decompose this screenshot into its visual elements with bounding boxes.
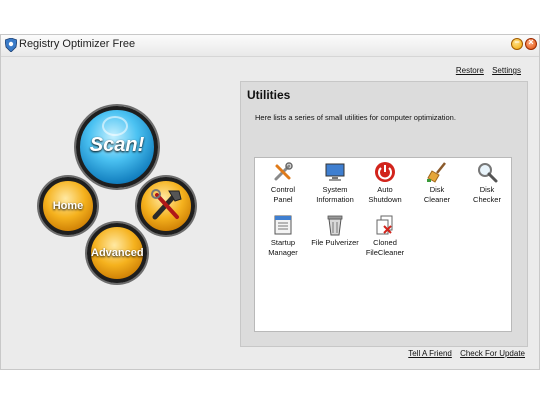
power-icon — [375, 162, 395, 182]
window-title: Registry Optimizer Free — [19, 38, 136, 50]
utility-label: System Information — [316, 185, 354, 204]
utilities-panel: Utilities Here lists a series of small u… — [240, 81, 528, 347]
panel-title: Utilities — [247, 88, 291, 102]
utility-label: Auto Shutdown — [368, 185, 402, 204]
utility-label: Disk Checker — [473, 185, 501, 204]
control-panel-icon — [274, 162, 293, 181]
app-shield-icon — [5, 38, 17, 52]
utility-label: Control Panel — [270, 185, 296, 204]
panel-description: Here lists a series of small utilities f… — [255, 113, 456, 122]
broom-icon — [427, 162, 446, 183]
scan-button[interactable]: Scan! — [76, 106, 158, 188]
utilities-grid: Control Panel System Information Auto Sh… — [254, 157, 512, 332]
bottom-links: Tell A Friend Check For Update — [402, 349, 525, 358]
utility-label: Disk Cleaner — [423, 185, 451, 204]
hammer-wrench-icon — [151, 189, 182, 220]
shredder-icon — [327, 215, 343, 236]
app-window: Registry Optimizer Free − × Restore Sett… — [0, 34, 540, 370]
utility-control-panel[interactable]: Control Panel — [257, 161, 309, 204]
tools-button[interactable] — [137, 177, 195, 235]
top-links: Restore Settings — [450, 66, 521, 75]
minimize-button[interactable]: − — [511, 37, 523, 50]
utility-label: File Pulverizer — [311, 238, 359, 247]
utility-disk-cleaner[interactable]: Disk Cleaner — [411, 161, 463, 204]
settings-link[interactable]: Settings — [492, 66, 521, 75]
home-button[interactable]: Home — [39, 177, 97, 235]
scan-label: Scan! — [89, 134, 145, 156]
close-button[interactable]: × — [525, 37, 537, 50]
utility-startup-manager[interactable]: Startup Manager — [257, 214, 309, 257]
utility-auto-shutdown[interactable]: Auto Shutdown — [359, 161, 411, 204]
utility-disk-checker[interactable]: Disk Checker — [461, 161, 513, 204]
restore-link[interactable]: Restore — [456, 66, 484, 75]
utility-file-pulverizer[interactable]: File Pulverizer — [307, 214, 363, 248]
magnifier-icon — [478, 163, 498, 183]
tell-a-friend-link[interactable]: Tell A Friend — [408, 349, 452, 358]
magnifier-glare-icon — [102, 116, 128, 136]
utility-label: Cloned FileCleaner — [365, 238, 405, 257]
cloned-file-icon — [376, 215, 393, 235]
startup-list-icon — [274, 215, 292, 235]
advanced-button[interactable]: Advanced — [87, 223, 147, 283]
title-bar[interactable]: Registry Optimizer Free − × — [1, 35, 539, 57]
utility-label: Startup Manager — [268, 238, 298, 257]
utility-cloned-file-cleaner[interactable]: Cloned FileCleaner — [359, 214, 411, 257]
advanced-label: Advanced — [91, 247, 144, 259]
utility-system-information[interactable]: System Information — [309, 161, 361, 204]
check-for-update-link[interactable]: Check For Update — [460, 349, 525, 358]
home-label: Home — [52, 200, 84, 212]
monitor-icon — [325, 163, 345, 181]
